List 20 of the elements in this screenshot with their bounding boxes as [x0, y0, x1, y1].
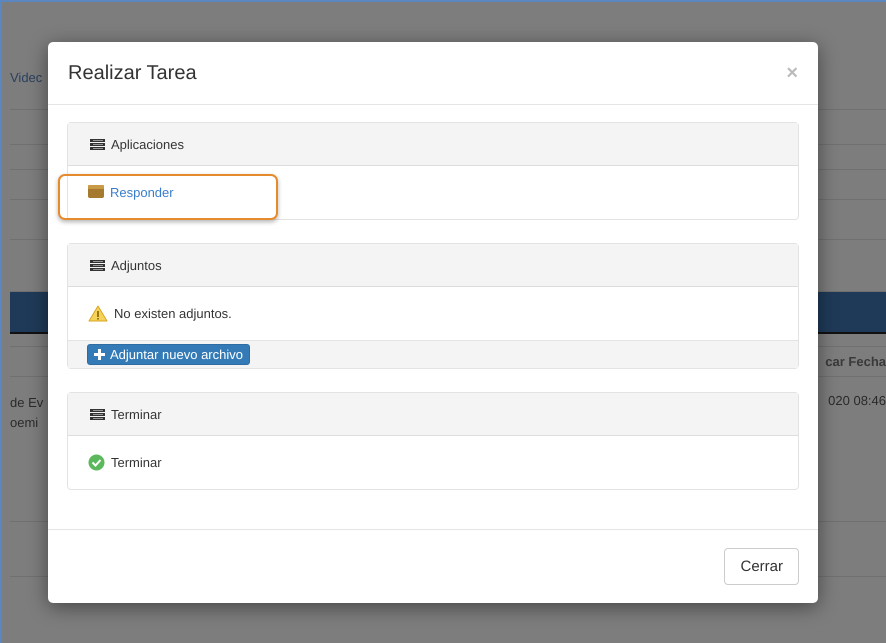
folder-icon	[88, 185, 104, 198]
responder-link[interactable]: Responder	[110, 185, 174, 200]
list-icon	[90, 260, 105, 270]
background-text: Videc	[10, 68, 42, 86]
background-text: de Ev oemi	[10, 394, 44, 432]
list-icon	[90, 138, 105, 150]
panel-title: Aplicaciones	[111, 136, 184, 152]
warning-icon	[88, 305, 108, 322]
finish-link[interactable]: Terminar	[111, 455, 162, 470]
attach-button[interactable]: Adjuntar nuevo archivo	[87, 344, 250, 365]
panel-title: Adjuntos	[111, 258, 162, 272]
empty-message: No existen adjuntos.	[114, 306, 232, 321]
modal-title: Realizar Tarea	[68, 62, 197, 84]
check-icon	[88, 454, 105, 471]
plus-icon	[94, 349, 105, 360]
close-dialog-button[interactable]: Cerrar	[724, 548, 799, 585]
list-icon	[90, 408, 105, 420]
panel-title: Terminar	[111, 406, 162, 422]
background-text: 020 08:46	[828, 393, 886, 408]
background-text: car Fecha	[825, 354, 886, 369]
